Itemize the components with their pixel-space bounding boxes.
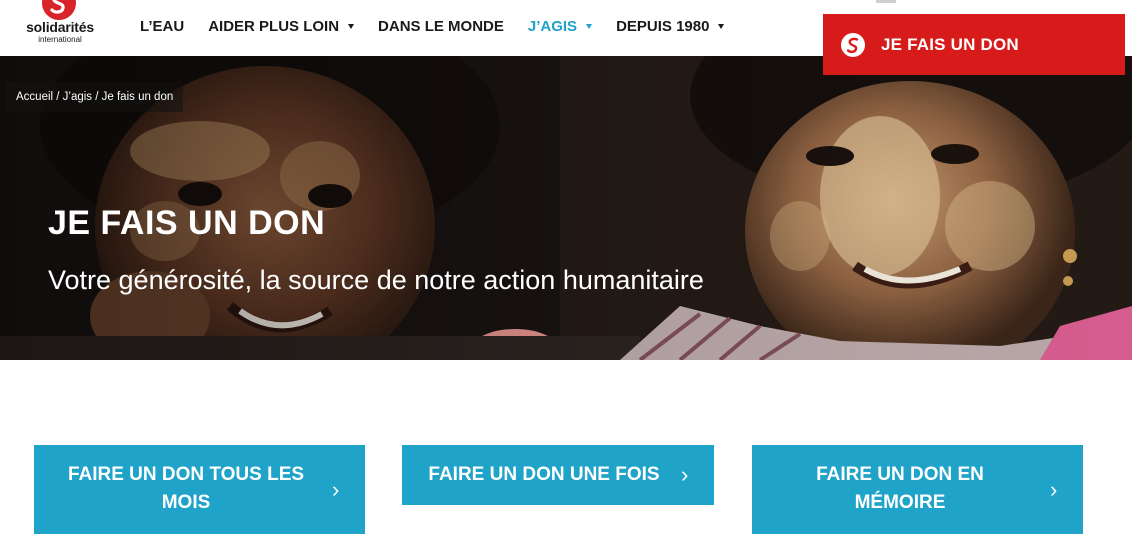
donate-once-button[interactable]: FAIRE UN DON UNE FOIS › [402,445,714,505]
option-label-line2: MÉMOIRE [854,492,946,513]
caret-down-icon [348,23,355,29]
page-title: JE FAIS UN DON [48,204,326,242]
donate-in-memory-button[interactable]: FAIRE UN DON EN MÉMOIRE › [752,445,1083,534]
chevron-right-icon: › [1050,476,1058,502]
chevron-right-icon: › [681,462,689,487]
nav-item-aider-plus-loin[interactable]: AIDER PLUS LOIN [208,17,355,35]
hero-banner: Accueil / J’agis / Je fais un don JE FAI… [0,56,1132,360]
logo[interactable]: solidarités international [14,0,106,48]
solidarites-s-logo-icon [841,32,865,57]
nav-item-depuis-1980[interactable]: DEPUIS 1980 [616,17,725,35]
caret-down-icon [718,23,725,29]
option-label-line2: MOIS [161,492,211,513]
nav-item-eau[interactable]: L’EAU [140,18,184,35]
nav-item-dans-le-monde[interactable]: DANS LE MONDE [378,18,504,35]
nav-item-label: DEPUIS 1980 [616,17,710,35]
chevron-right-icon: › [332,476,340,502]
donate-button[interactable]: JE FAIS UN DON [823,14,1125,75]
nav-item-label: AIDER PLUS LOIN [208,17,340,35]
donate-button-label: JE FAIS UN DON [881,34,1019,54]
main-nav: L’EAU AIDER PLUS LOIN DANS LE MONDE J’AG… [140,16,748,36]
option-label-line1: FAIRE UN DON UNE FOIS [428,464,660,485]
solidarites-s-logo-icon [42,0,76,20]
caret-down-icon [586,23,593,29]
nav-item-label: J’AGIS [527,17,578,35]
breadcrumb-text[interactable]: Accueil / J’agis / Je fais un don [16,91,173,103]
top-utility-edge [876,0,896,3]
nav-item-label: DANS LE MONDE [378,17,504,35]
option-label-line1: FAIRE UN DON EN [816,464,984,485]
donate-monthly-button[interactable]: FAIRE UN DON TOUS LES MOIS › [34,445,365,534]
page-subtitle: Votre générosité, la source de notre act… [48,265,704,295]
nav-item-label: L’EAU [140,17,185,35]
nav-item-j-agis[interactable]: J’AGIS [527,17,593,35]
logo-name: solidarités [26,19,94,35]
option-label-line1: FAIRE UN DON TOUS LES [67,464,305,485]
breadcrumb: Accueil / J’agis / Je fais un don [6,82,184,112]
logo-subtitle: international [38,35,82,44]
